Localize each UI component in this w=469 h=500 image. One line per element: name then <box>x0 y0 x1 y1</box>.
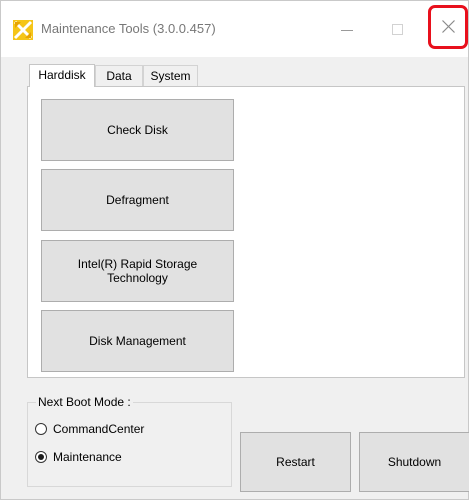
radio-button[interactable] <box>35 451 47 463</box>
next-boot-mode-label: Next Boot Mode : <box>36 395 133 409</box>
radio-maintenance-label: Maintenance <box>53 450 122 464</box>
disk-management-button[interactable]: Disk Management <box>41 310 234 372</box>
next-boot-mode-group: Next Boot Mode : CommandCenter Maintenan… <box>27 395 232 487</box>
minimize-icon <box>341 30 353 31</box>
radio-commandcenter[interactable]: CommandCenter <box>35 420 144 438</box>
app-icon <box>13 20 33 40</box>
harddisk-tab-panel: Check Disk Defragment Intel(R) Rapid Sto… <box>27 86 465 378</box>
close-button[interactable] <box>428 5 468 49</box>
radio-commandcenter-label: CommandCenter <box>53 422 145 436</box>
shutdown-button[interactable]: Shutdown <box>359 432 469 492</box>
title-bar: Maintenance Tools (3.0.0.457) <box>1 1 468 57</box>
radio-maintenance[interactable]: Maintenance <box>35 448 122 466</box>
maintenance-tools-window: Maintenance Tools (3.0.0.457) Harddisk D… <box>0 0 469 500</box>
close-icon <box>442 20 455 33</box>
tab-system[interactable]: System <box>143 65 198 87</box>
minimize-button[interactable] <box>337 13 365 47</box>
intel-rapid-storage-button[interactable]: Intel(R) Rapid Storage Technology <box>41 240 234 302</box>
defragment-button[interactable]: Defragment <box>41 169 234 231</box>
maximize-button[interactable] <box>386 13 414 47</box>
restart-button[interactable]: Restart <box>240 432 351 492</box>
window-title: Maintenance Tools (3.0.0.457) <box>41 21 216 36</box>
tab-harddisk[interactable]: Harddisk <box>29 64 95 87</box>
radio-button[interactable] <box>35 423 47 435</box>
tab-data[interactable]: Data <box>95 65 143 87</box>
check-disk-button[interactable]: Check Disk <box>41 99 234 161</box>
maximize-icon <box>392 24 403 35</box>
